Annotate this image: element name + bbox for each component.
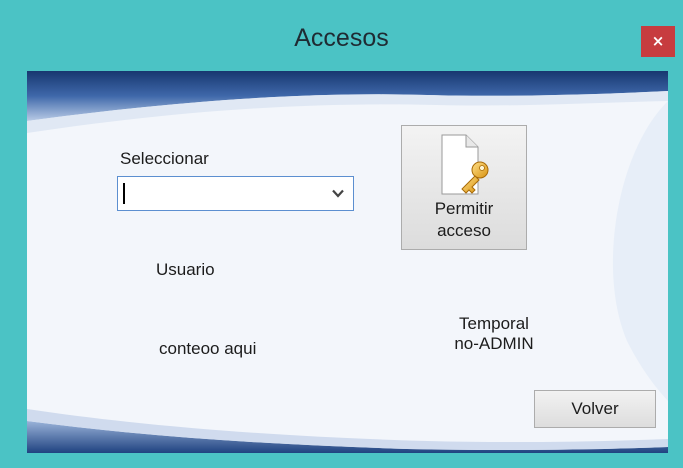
permitir-label-line1: Permitir <box>434 199 494 218</box>
close-icon: × <box>651 32 665 50</box>
permitir-label-line2: acceso <box>437 221 491 240</box>
accesos-window: Accesos × Seleccionar Permitir acceso Us… <box>0 0 683 468</box>
temporal-status-label: Temporal no-ADMIN <box>444 314 544 354</box>
seleccionar-label: Seleccionar <box>120 149 209 168</box>
user-combobox[interactable] <box>117 176 354 211</box>
document-key-icon <box>441 134 489 195</box>
temporal-line2: no-ADMIN <box>454 334 534 353</box>
usuario-label: Usuario <box>156 260 215 279</box>
conteo-label: conteoo aqui <box>159 339 257 358</box>
permitir-acceso-button[interactable]: Permitir acceso <box>401 125 527 250</box>
chevron-down-icon[interactable] <box>332 189 344 198</box>
text-caret <box>123 183 125 204</box>
form-client-area: Seleccionar Permitir acceso Usuario cont… <box>27 71 668 453</box>
volver-button[interactable]: Volver <box>534 390 656 428</box>
title-bar[interactable]: Accesos × <box>0 0 683 78</box>
permitir-acceso-label: Permitir acceso <box>402 198 526 242</box>
window-title: Accesos <box>294 24 389 52</box>
close-button[interactable]: × <box>641 26 675 57</box>
temporal-line1: Temporal <box>459 314 529 333</box>
